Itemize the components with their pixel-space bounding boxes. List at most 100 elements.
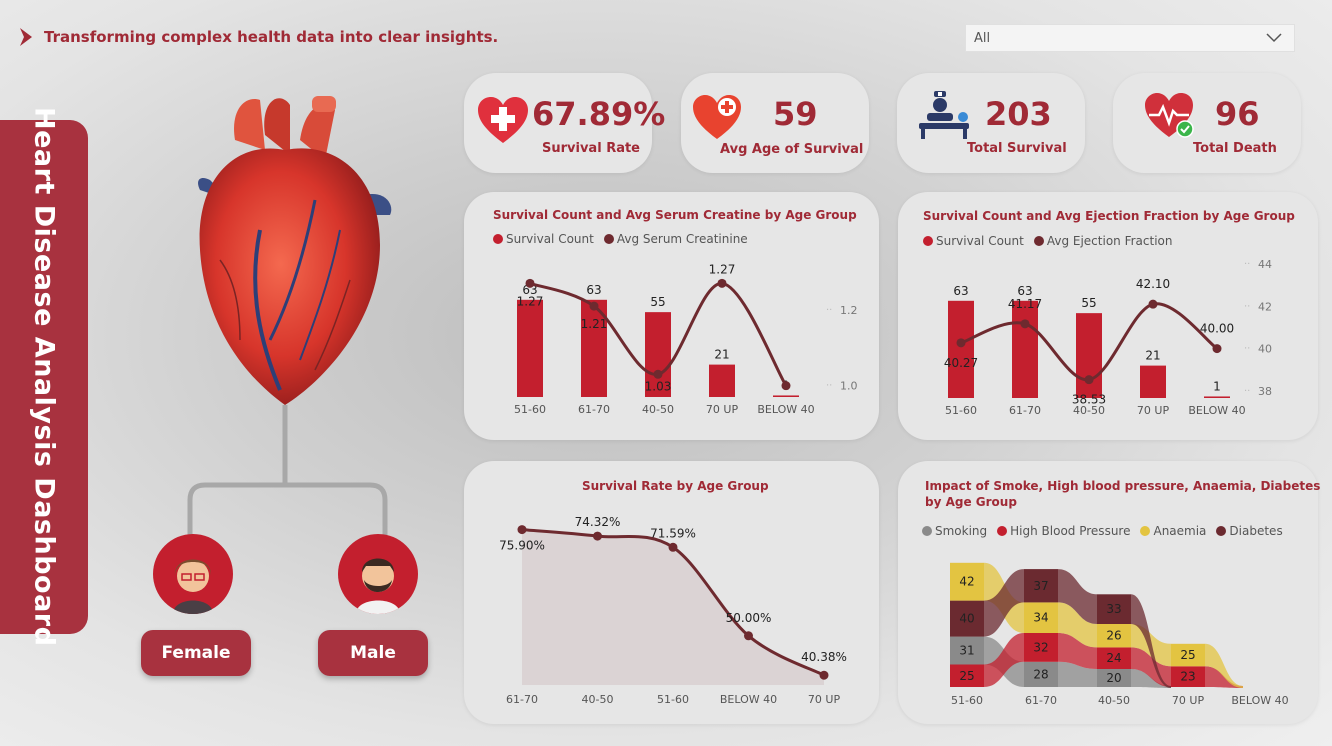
data-label: 40.38% <box>801 650 847 664</box>
line-value-label: 40.27 <box>944 356 978 370</box>
male-button-label: Male <box>350 643 396 663</box>
chart-card-ejection: Survival Count and Avg Ejection Fraction… <box>898 192 1318 440</box>
segment-value-label: 31 <box>959 644 974 658</box>
segment-value-label: 28 <box>1033 667 1048 681</box>
line-point <box>1212 344 1222 354</box>
female-button[interactable]: Female <box>141 630 251 676</box>
line-point <box>781 381 791 391</box>
data-label: 50.00% <box>726 611 772 625</box>
y2-tick-label: 38 <box>1258 385 1272 398</box>
heart-plus-icon <box>478 97 528 143</box>
kpi-avg-age: 59 Avg Age of Survival <box>681 73 869 173</box>
y2-tick-label: 1.2 <box>840 304 858 317</box>
y2-tick-label: 42 <box>1258 300 1272 313</box>
bar-value-label: 63 <box>953 284 968 298</box>
x-tick-label: 70 UP <box>808 693 841 706</box>
x-tick-label: 61-70 <box>506 693 538 706</box>
chart-serum-creatinine: 1.2··1.0··6351-606361-705540-502170 UP1B… <box>514 262 858 416</box>
female-button-label: Female <box>161 643 231 663</box>
bar <box>1012 300 1038 398</box>
x-tick-label: BELOW 40 <box>1231 694 1288 707</box>
segment-value-label: 32 <box>1033 640 1048 654</box>
male-avatar <box>338 534 418 614</box>
line-point <box>717 278 727 288</box>
chart-ejection-fraction: 44··42··40··38··6351-606361-705540-50217… <box>944 258 1272 417</box>
chart-card-risk-factors: Impact of Smoke, High blood pressure, An… <box>898 461 1320 724</box>
bar-value-label: 21 <box>1145 349 1160 363</box>
dashboard-title: Heart Disease Analysis Dashboard <box>28 107 60 647</box>
line-point <box>744 631 753 641</box>
y2-tick-dots: ·· <box>1244 259 1250 270</box>
y2-tick-dots: ·· <box>1244 344 1250 355</box>
line-point <box>668 542 678 552</box>
segment-value-label: 37 <box>1033 579 1048 593</box>
segment-value-label: 40 <box>959 612 974 626</box>
line-value-label: 42.10 <box>1136 277 1170 291</box>
male-button[interactable]: Male <box>318 630 428 676</box>
chart-risk-factors: 25 31 40 42 51-60 28 32 34 37 61-70 20 24 26 33 40-50 2… <box>950 562 1289 707</box>
line-point <box>956 338 966 348</box>
y2-tick-label: 1.0 <box>840 380 858 393</box>
data-label: 71.59% <box>650 526 696 540</box>
bar <box>1076 313 1102 398</box>
heart-pulse-icon <box>1145 93 1194 138</box>
x-tick-label: 40-50 <box>582 693 614 706</box>
data-label: 75.90% <box>499 539 545 553</box>
segment-value-label: 42 <box>959 575 974 589</box>
line-value-label: 1.27 <box>517 294 544 308</box>
chevron-right-icon <box>20 28 32 46</box>
filter-value: All <box>974 30 991 46</box>
line-point <box>819 670 829 680</box>
heart-medical-icon <box>693 95 741 139</box>
line-point <box>1084 375 1094 385</box>
bar <box>517 299 543 397</box>
segment-value-label: 34 <box>1033 611 1048 625</box>
y2-tick-label: 44 <box>1258 258 1272 271</box>
line-point <box>653 369 663 379</box>
line-value-label: 1.27 <box>709 262 736 276</box>
female-avatar <box>153 534 233 614</box>
chart-survival-rate: 75.90% 61-70 74.32% 40-50 71.59% 51-60 50.00% B… <box>499 515 847 706</box>
filter-dropdown[interactable]: All <box>965 24 1295 52</box>
x-tick-label: 61-70 <box>1025 694 1057 707</box>
kpi-total-death: 96 Total Death <box>1113 73 1301 173</box>
y2-tick-dots: ·· <box>1244 301 1250 312</box>
chart-card-survival-rate: Survival Rate by Age Group 75.90% 61-70 74… <box>464 461 879 724</box>
kpi-total-survival: 203 Total Survival <box>897 73 1085 173</box>
kpi-label: Avg Age of Survival <box>720 142 864 157</box>
bar <box>948 300 974 398</box>
segment-value-label: 23 <box>1180 670 1195 684</box>
x-tick-label: 51-60 <box>951 694 983 707</box>
line-value-label: 40.00 <box>1200 322 1234 336</box>
bar-value-label: 1 <box>1213 379 1221 393</box>
line-point <box>517 525 527 535</box>
segment-value-label: 26 <box>1106 629 1121 643</box>
bar <box>709 364 735 397</box>
x-tick-label: 40-50 <box>1098 694 1130 707</box>
line-point <box>593 531 602 541</box>
area-fill <box>522 529 824 685</box>
x-tick-label: 70 UP <box>1172 694 1205 707</box>
patient-bed-icon <box>919 91 969 139</box>
side-banner: Heart Disease Analysis Dashboard <box>0 107 88 647</box>
x-tick-label: 61-70 <box>578 403 610 416</box>
x-tick-label: BELOW 40 <box>757 403 814 416</box>
bar <box>1204 396 1230 398</box>
line-value-label: 1.03 <box>645 379 672 393</box>
x-tick-label: BELOW 40 <box>720 693 777 706</box>
kpi-value: 96 <box>1215 95 1260 133</box>
y2-tick-dots: ·· <box>826 305 832 316</box>
segment-value-label: 25 <box>959 669 974 683</box>
x-tick-label: 70 UP <box>706 403 739 416</box>
kpi-value: 203 <box>985 95 1052 133</box>
line-value-label: 41.17 <box>1008 297 1042 311</box>
kpi-survival-rate: 67.89% Survival Rate <box>464 73 665 173</box>
bar <box>773 395 799 397</box>
kpi-label: Total Death <box>1193 141 1277 156</box>
kpi-value: 59 <box>773 95 818 133</box>
x-tick-label: 70 UP <box>1137 404 1170 417</box>
x-tick-label: 51-60 <box>945 404 977 417</box>
x-tick-label: 51-60 <box>657 693 689 706</box>
kpi-value: 67.89% <box>532 95 666 133</box>
x-tick-label: 51-60 <box>514 403 546 416</box>
